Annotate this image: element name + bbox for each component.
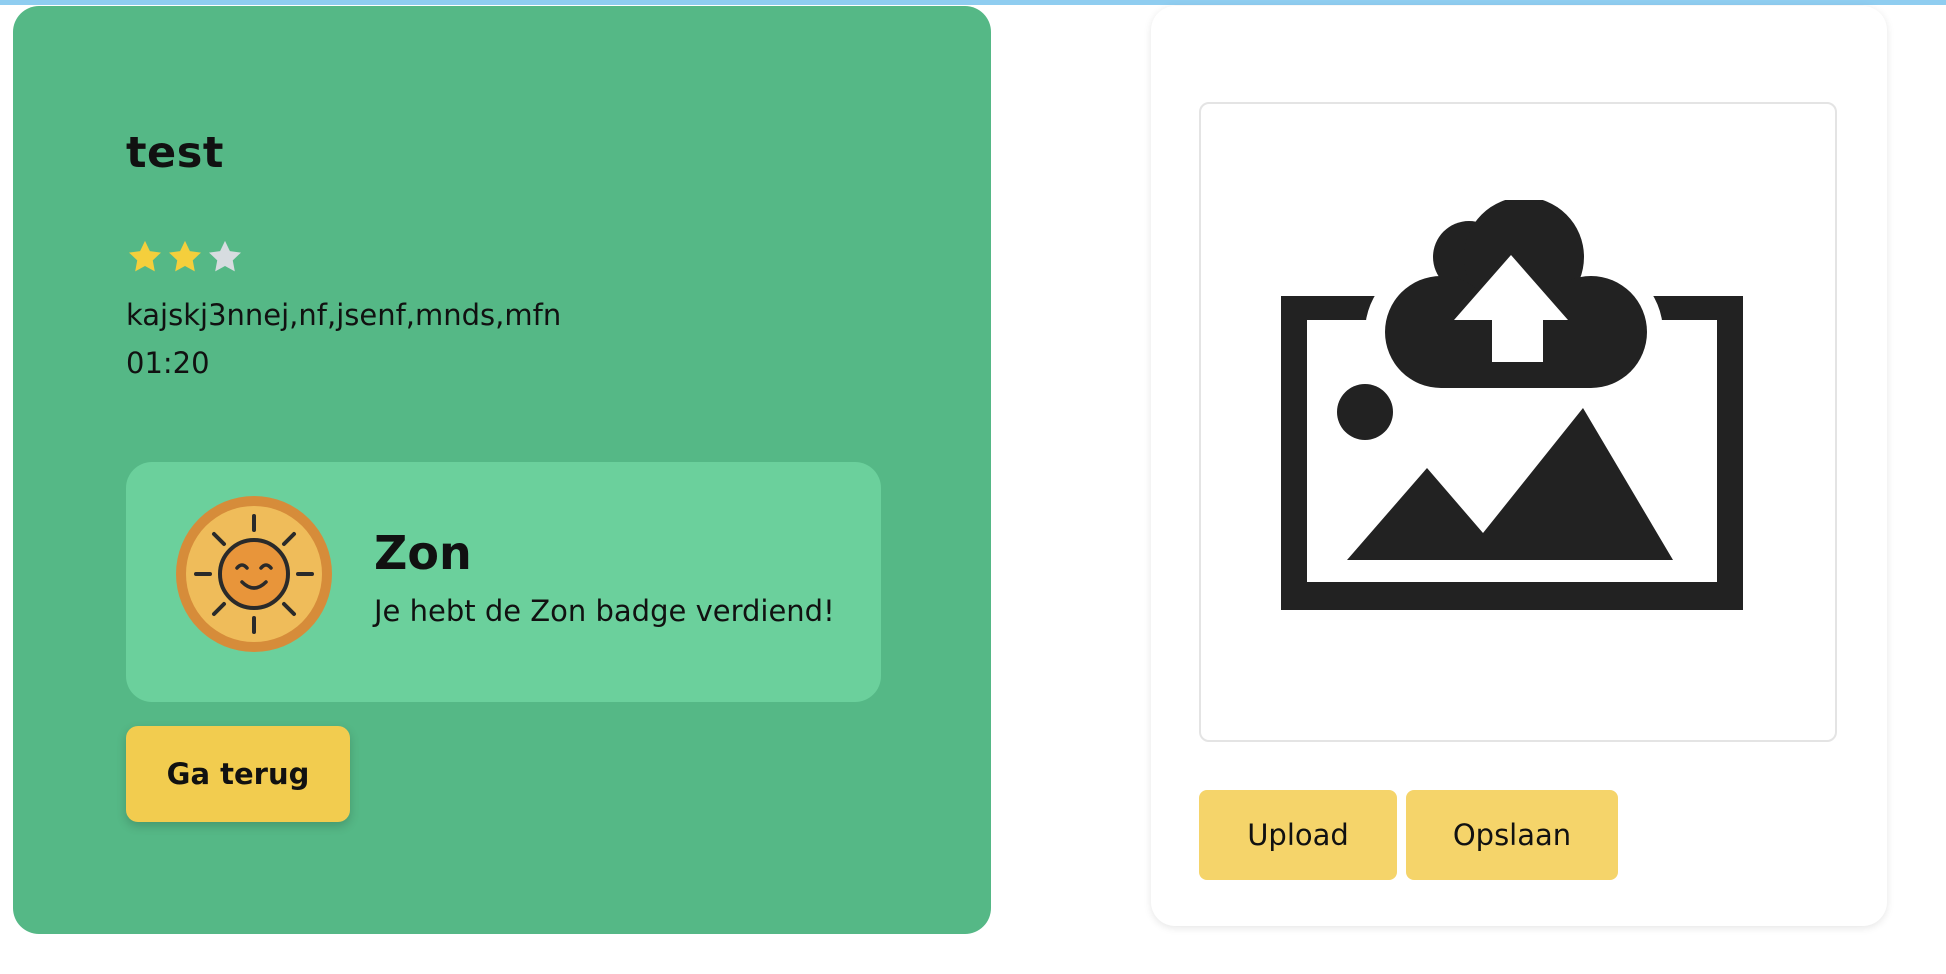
image-dropzone[interactable] (1199, 102, 1837, 742)
save-button[interactable]: Opslaan (1406, 790, 1618, 880)
level-description: kajskj3nnej,nf,jsenf,mnds,mfn (126, 298, 562, 332)
image-upload-icon (1281, 200, 1743, 610)
level-time: 01:20 (126, 346, 210, 380)
badge-card: Zon Je hebt de Zon badge verdiend! (126, 462, 881, 702)
top-strip (0, 0, 1946, 5)
sun-badge-icon (176, 496, 332, 652)
star-filled-icon (129, 240, 161, 272)
badge-message: Je hebt de Zon badge verdiend! (374, 594, 835, 628)
upload-button[interactable]: Upload (1199, 790, 1397, 880)
back-button[interactable]: Ga terug (126, 726, 350, 822)
level-title: test (126, 128, 224, 178)
badge-name: Zon (374, 526, 472, 580)
result-card: test kajskj3nnej,nf,jsenf,mnds,mfn 01:20 (13, 6, 991, 934)
star-filled-icon (169, 240, 201, 272)
star-rating (126, 238, 244, 276)
upload-card: Upload Opslaan (1151, 6, 1887, 926)
star-empty-icon (209, 240, 241, 272)
